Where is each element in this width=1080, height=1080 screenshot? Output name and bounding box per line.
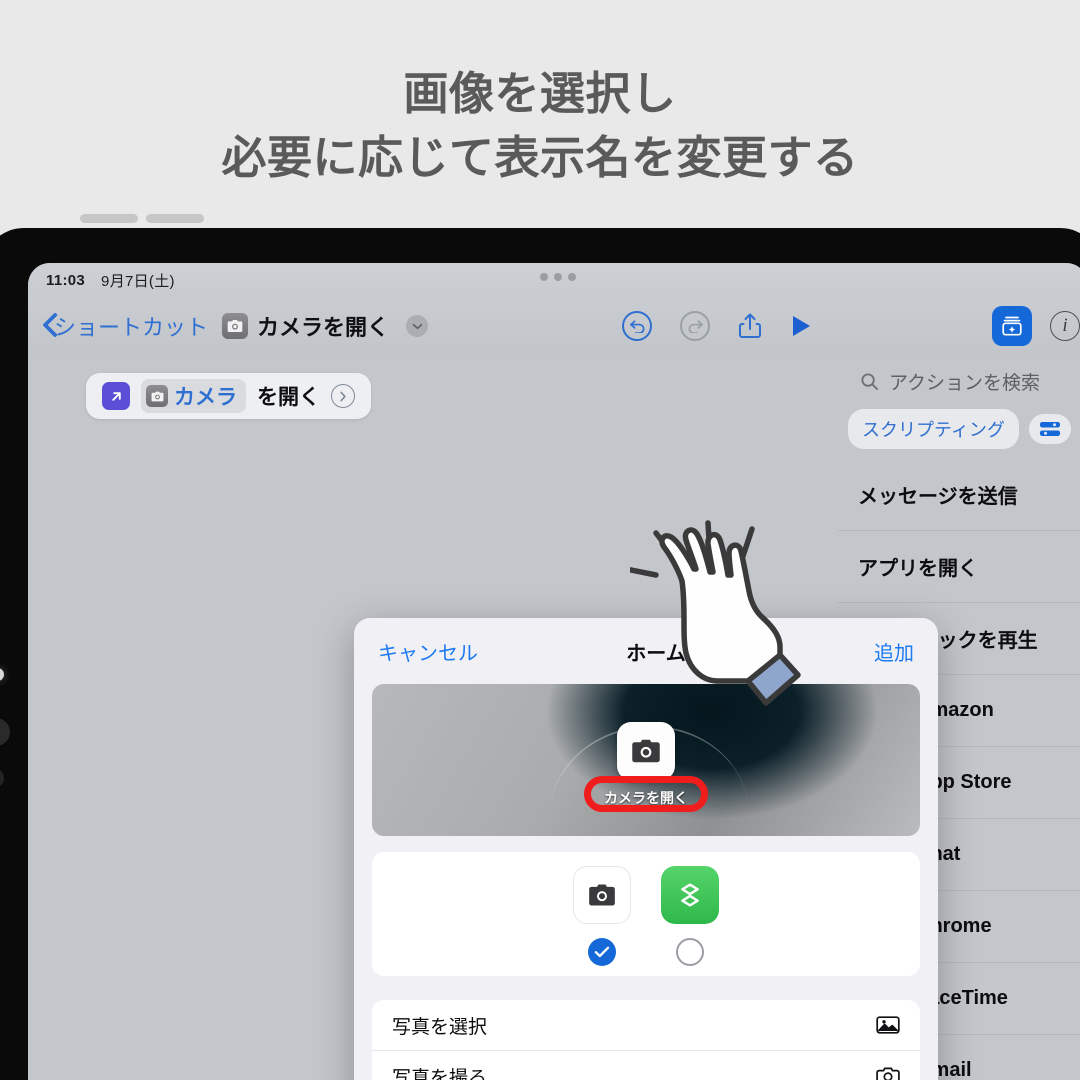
back-button-label: ショートカット [54, 315, 209, 340]
radio-selected-icon[interactable] [588, 938, 616, 966]
hand-cursor-pointer [630, 515, 860, 715]
menu-item-label: 写真を撮る [392, 1067, 488, 1080]
status-bar-time: 11:03 [46, 271, 86, 289]
chevron-right-circle-icon[interactable] [331, 384, 355, 408]
editor-toolbar [622, 297, 812, 355]
action-app-chip[interactable]: カメラ [141, 379, 246, 413]
chip-scripting[interactable]: スクリプティング [848, 409, 1019, 449]
add-button[interactable]: 追加 [874, 637, 914, 666]
nav-right-group: i [992, 297, 1080, 355]
camera-icon [222, 313, 249, 339]
action-card-open-camera[interactable]: カメラ を開く [86, 373, 371, 419]
suggestion-label: アプリを開く [858, 558, 978, 580]
radio-unselected-icon[interactable] [676, 938, 704, 966]
page-title-line-1: 画像を選択し [403, 68, 677, 119]
shortcut-title-label: カメラを開く [257, 315, 390, 340]
icon-option-camera[interactable] [573, 866, 631, 966]
device-front-camera [0, 668, 4, 681]
status-bar-date: 9月7日(土) [101, 272, 175, 290]
add-action-icon[interactable] [992, 306, 1032, 346]
list-item[interactable]: アプリを開く [838, 531, 1080, 603]
action-card-trailing-text: を開く [257, 386, 320, 409]
icon-picker [372, 852, 920, 976]
chip-controls[interactable] [1028, 414, 1071, 444]
image-source-menu: 写真を選択 写真を撮る [372, 1000, 920, 1080]
menu-item-choose-photo[interactable]: 写真を選択 [372, 1000, 920, 1051]
decorative-pill-left [80, 214, 138, 223]
multitasking-handle-icon[interactable] [540, 267, 576, 287]
app-nav-bar: ショートカット カメラを開く i [28, 297, 1080, 355]
icon-option-shortcuts[interactable] [661, 866, 719, 966]
device-volume-button-down [0, 768, 4, 788]
redo-icon [680, 311, 710, 341]
search-input[interactable]: アクションを検索 [838, 355, 1080, 407]
status-bar: 11:03 9月7日(土) [28, 263, 1080, 297]
undo-icon[interactable] [622, 311, 652, 341]
search-icon [860, 372, 879, 391]
category-chip-row: スクリプティング [838, 407, 1080, 459]
play-icon[interactable] [790, 314, 812, 338]
search-input-placeholder: アクションを検索 [889, 372, 1041, 394]
shortcut-title[interactable]: カメラを開く [222, 310, 429, 342]
suggestion-label: メッセージを送信 [858, 486, 1018, 508]
list-item[interactable]: メッセージを送信 [838, 459, 1080, 531]
menu-item-label: 写真を選択 [392, 1016, 488, 1038]
cancel-button[interactable]: キャンセル [378, 637, 478, 666]
action-app-chip-label: カメラ [174, 386, 237, 409]
page-title: 画像を選択し 必要に応じて表示名を変更する [0, 62, 1080, 190]
photo-icon [876, 1015, 900, 1035]
decorative-pill-right [146, 214, 204, 223]
preview-app-icon [617, 722, 675, 780]
camera-icon [876, 1066, 900, 1080]
share-icon[interactable] [738, 312, 762, 340]
open-app-arrow-icon [102, 382, 130, 410]
back-button[interactable]: ショートカット [46, 310, 208, 342]
info-icon[interactable]: i [1050, 311, 1080, 341]
tablet-device-frame: 11:03 9月7日(土) ショートカット カメラを開く i カメラ を開く ア… [0, 228, 1080, 1080]
camera-icon [573, 866, 631, 924]
shortcuts-icon [661, 866, 719, 924]
tablet-screen: 11:03 9月7日(土) ショートカット カメラを開く i カメラ を開く ア… [28, 263, 1080, 1080]
camera-icon [146, 385, 168, 407]
device-volume-button-up [0, 718, 10, 746]
menu-item-take-photo[interactable]: 写真を撮る [372, 1051, 920, 1080]
red-annotation-box [584, 776, 708, 812]
chevron-down-icon[interactable] [406, 315, 429, 337]
page-title-line-2: 必要に応じて表示名を変更する [221, 131, 859, 183]
